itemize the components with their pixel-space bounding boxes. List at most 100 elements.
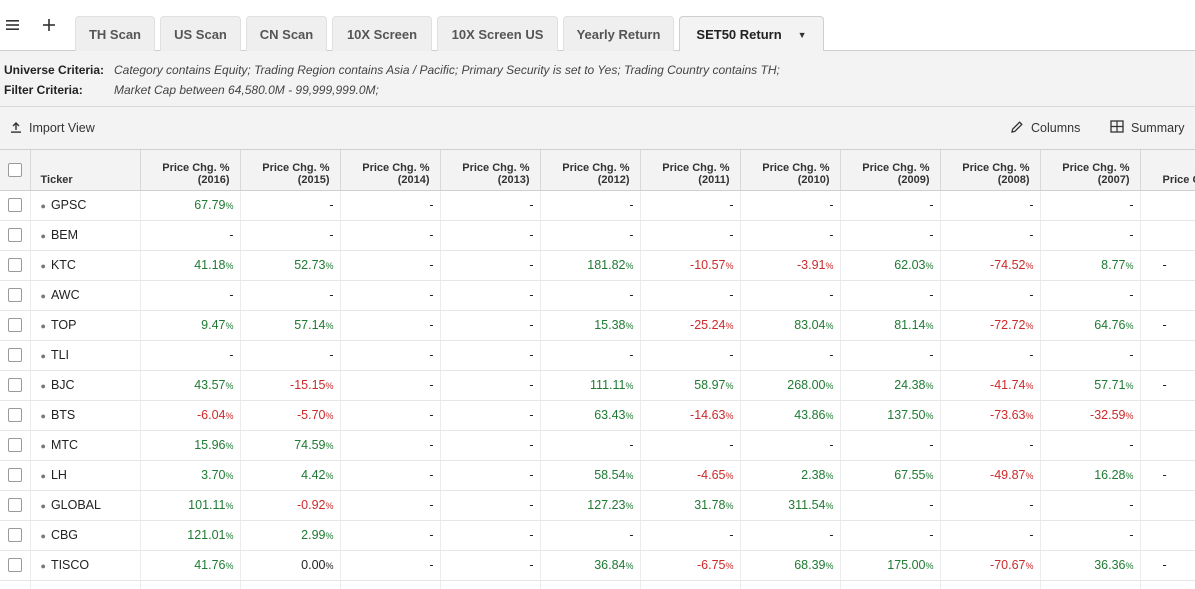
row-checkbox[interactable] <box>7 228 22 243</box>
percent-sign: % <box>325 411 334 421</box>
column-header[interactable]: Price Chg. % (2013) <box>440 150 541 191</box>
price-change-cell: - <box>740 340 841 371</box>
price-change-cell: 9.47% <box>140 310 241 341</box>
table-row[interactable]: ● BJC 43.57% -15.15% - -111.11% 58.97% 268.00% 2… <box>0 370 1195 401</box>
price-change-value: -25.24 <box>690 318 726 332</box>
table-row[interactable]: ● TISCO 41.76% 0.00% - -36.84% -6.75% 68.39% 175… <box>0 550 1195 581</box>
price-change-cell: 41.76% <box>140 550 241 581</box>
ticker-cell[interactable]: ● CBG <box>30 520 141 551</box>
columns-button[interactable]: Columns <box>1010 119 1080 137</box>
price-change-cell: - <box>340 280 441 311</box>
row-checkbox[interactable] <box>7 348 22 363</box>
ticker-cell[interactable]: ● TISCO <box>30 550 141 581</box>
column-header[interactable]: Price Chg. % (2014) <box>340 150 441 191</box>
price-change-cell: 58.54% <box>540 460 641 491</box>
table-row[interactable]: ● LH 3.70% 4.42% - -58.54% -4.65% 2.38% 67.55% -4… <box>0 460 1195 491</box>
row-checkbox[interactable] <box>7 408 22 423</box>
ticker-cell[interactable]: ● MTC <box>30 430 141 461</box>
tab-label: CN Scan <box>259 26 314 42</box>
column-header[interactable]: Price Chg. % (2012) <box>540 150 641 191</box>
row-checkbox-cell <box>0 400 31 431</box>
row-checkbox[interactable] <box>7 468 22 483</box>
table-row[interactable]: ● MTC 15.96% 74.59% - - - - - - - - <box>0 430 1195 461</box>
ticker-cell[interactable]: ● BEM <box>30 220 141 251</box>
row-checkbox[interactable] <box>7 378 22 393</box>
ticker-cell[interactable]: ● GLOBAL <box>30 490 141 521</box>
column-header-title: Price Chg. % <box>962 161 1030 174</box>
import-view-button[interactable]: Import View <box>10 119 95 137</box>
column-header[interactable]: Price Chg. % (2015) <box>240 150 341 191</box>
summary-label: Summary <box>1131 121 1185 135</box>
ticker-symbol: BTS <box>50 408 76 422</box>
tab-10x-screen[interactable]: 10X Screen <box>332 16 432 51</box>
row-checkbox[interactable] <box>7 438 22 453</box>
column-header[interactable]: Price Chg. % (2011) <box>640 150 741 191</box>
table-row[interactable]: ● TLI - - - - - - - - - - <box>0 340 1195 371</box>
price-change-value: - <box>529 438 534 452</box>
percent-sign: % <box>925 381 934 391</box>
column-header[interactable]: Price Chg. % (2008) <box>940 150 1041 191</box>
percent-sign: % <box>325 471 334 481</box>
ticker-cell[interactable]: ● KTC <box>30 250 141 281</box>
column-header[interactable]: Price Chg. % (2016) <box>140 150 241 191</box>
price-change-value: - <box>629 198 634 212</box>
price-change-cell: 67.55% <box>840 460 941 491</box>
tab-set50-return[interactable]: SET50 Return ▼ <box>679 16 824 52</box>
tab-th-scan[interactable]: TH Scan <box>75 16 155 51</box>
row-checkbox[interactable] <box>7 498 22 513</box>
tab-10x-screen-us[interactable]: 10X Screen US <box>437 16 558 51</box>
price-change-cell: - <box>740 520 841 551</box>
price-change-cell: 311.54% <box>740 490 841 521</box>
menu-icon[interactable] <box>1 15 25 35</box>
price-change-cell: -73.63% <box>940 400 1041 431</box>
column-header[interactable]: Price Chg. % (2009) <box>840 150 941 191</box>
column-header-title: Price Chg. % <box>862 161 930 174</box>
table-row[interactable]: ● CBG 121.01% 2.99% - - - - - - - - <box>0 520 1195 551</box>
table-row[interactable]: ● GPSC 67.79% - - - - - - - - - <box>0 190 1195 221</box>
percent-sign: % <box>825 471 834 481</box>
table-row[interactable]: ● AWC - - - - - - - - - - <box>0 280 1195 311</box>
column-header[interactable]: Price Chg. % (2010) <box>740 150 841 191</box>
ticker-cell[interactable]: ● LH <box>30 460 141 491</box>
ticker-header[interactable]: Ticker <box>30 150 141 191</box>
table-row[interactable] <box>0 580 1195 589</box>
summary-button[interactable]: Summary <box>1110 119 1184 137</box>
price-change-value: - <box>629 528 634 542</box>
row-checkbox[interactable] <box>7 198 22 213</box>
ticker-cell[interactable]: ● AWC <box>30 280 141 311</box>
price-change-cell: - <box>440 490 541 521</box>
table-row[interactable]: ● BTS -6.04% -5.70% - -63.43% -14.63% 43.86% 137… <box>0 400 1195 431</box>
ticker-cell[interactable]: ● BTS <box>30 400 141 431</box>
row-checkbox[interactable] <box>7 258 22 273</box>
row-checkbox[interactable] <box>7 318 22 333</box>
ticker-cell[interactable]: ● TLI <box>30 340 141 371</box>
ticker-cell[interactable]: ● GPSC <box>30 190 141 221</box>
price-change-value: - <box>229 348 234 362</box>
tab-cn-scan[interactable]: CN Scan <box>246 16 327 51</box>
price-change-cell: 81.14% <box>840 310 941 341</box>
percent-sign: % <box>625 561 634 571</box>
chevron-down-icon[interactable]: ▼ <box>798 30 807 40</box>
price-change-value: 24.38 <box>894 378 926 392</box>
table-row[interactable]: ● KTC 41.18% 52.73% - -181.82% -10.57% -3.91% 62… <box>0 250 1195 281</box>
ticker-cell[interactable]: ● BJC <box>30 370 141 401</box>
column-header[interactable]: Price Chg. % (2007) <box>1040 150 1141 191</box>
percent-sign: % <box>625 381 634 391</box>
ticker-cell[interactable]: ● TOP <box>30 310 141 341</box>
ticker-cell[interactable] <box>30 580 141 589</box>
column-header[interactable]: Price C <box>1140 150 1195 191</box>
tab-yearly-return[interactable]: Yearly Return <box>563 16 674 51</box>
add-tab-icon[interactable] <box>37 15 61 35</box>
row-checkbox[interactable] <box>7 558 22 573</box>
ticker-symbol: GPSC <box>50 198 87 212</box>
table-row[interactable]: ● GLOBAL 101.11% -0.92% - -127.23% 31.78% 311.5… <box>0 490 1195 521</box>
table-row[interactable]: ● TOP 9.47% 57.14% - -15.38% -25.24% 83.04% 81.1… <box>0 310 1195 341</box>
row-checkbox[interactable] <box>7 528 22 543</box>
table-row[interactable]: ● BEM - - - - - - - - - - <box>0 220 1195 251</box>
row-checkbox[interactable] <box>7 288 22 303</box>
select-all-checkbox[interactable] <box>7 162 22 177</box>
tab-us-scan[interactable]: US Scan <box>160 16 241 51</box>
price-change-cell: - <box>340 520 441 551</box>
bullet-icon: ● <box>40 261 46 271</box>
price-change-value: - <box>1029 228 1034 242</box>
